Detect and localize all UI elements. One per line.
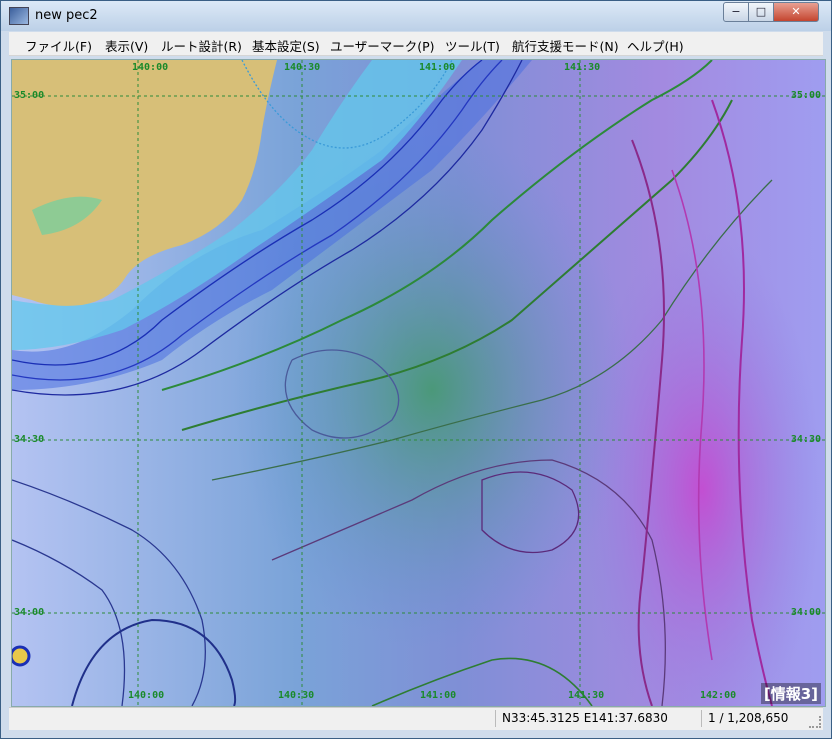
menu-view[interactable]: 表示(V)	[105, 36, 148, 55]
grid-label-lat: 34:00	[14, 607, 45, 618]
map-scale: 1 / 1,208,650	[701, 710, 818, 727]
grid-label-lat: 35:00	[14, 90, 45, 101]
title-bar[interactable]: new pec2 − □ ✕	[1, 1, 831, 31]
status-bar: N33:45.3125 E141:37.6830 1 / 1,208,650	[9, 707, 823, 730]
menu-basic-settings[interactable]: 基本設定(S)	[252, 36, 320, 55]
cursor-position: N33:45.3125 E141:37.6830	[495, 710, 706, 727]
grid-label-lat: 34:30	[14, 434, 45, 445]
grid-label-lon: 141:00	[420, 690, 457, 701]
menu-bar: ファイル(F) 表示(V) ルート設計(R) 基本設定(S) ユーザーマーク(P…	[9, 32, 823, 56]
menu-help[interactable]: ヘルプ(H)	[627, 36, 684, 55]
grid-label-lon: 140:30	[284, 62, 321, 73]
grid-label-lon: 140:00	[128, 690, 165, 701]
grid-label-lon: 140:30	[278, 690, 315, 701]
status-message	[9, 710, 499, 727]
window-title: new pec2	[35, 8, 98, 23]
seamount-peak	[12, 645, 31, 667]
grid-label-lon: 141:00	[419, 62, 456, 73]
menu-tools[interactable]: ツール(T)	[445, 36, 500, 55]
grid-label-lat: 34:30	[790, 434, 821, 445]
app-window: new pec2 − □ ✕ ファイル(F) 表示(V) ルート設計(R) 基本…	[0, 0, 832, 739]
app-icon[interactable]	[9, 7, 29, 25]
grid-label-lon: 140:00	[132, 62, 169, 73]
close-button[interactable]: ✕	[773, 2, 819, 22]
grid-label-lon: 142:00	[700, 690, 737, 701]
grid-label-lon: 141:30	[564, 62, 601, 73]
grid-label-lat: 35:00	[790, 90, 821, 101]
menu-user-mark[interactable]: ユーザーマーク(P)	[330, 36, 435, 55]
info-indicator[interactable]: [情報3]	[760, 683, 821, 704]
resize-grip[interactable]	[809, 716, 821, 728]
grid-label-lat: 34:00	[790, 607, 821, 618]
maximize-button[interactable]: □	[748, 2, 774, 22]
bathymetry-chart[interactable]	[12, 60, 825, 706]
menu-file[interactable]: ファイル(F)	[25, 36, 92, 55]
menu-navigation-mode[interactable]: 航行支援モード(N)	[512, 36, 619, 55]
grid-label-lon: 141:30	[568, 690, 605, 701]
menu-route-design[interactable]: ルート設計(R)	[161, 36, 242, 55]
chart-map-view[interactable]: 140:00 140:30 141:00 141:30 140:00 140:3…	[11, 59, 826, 707]
minimize-button[interactable]: −	[723, 2, 749, 22]
